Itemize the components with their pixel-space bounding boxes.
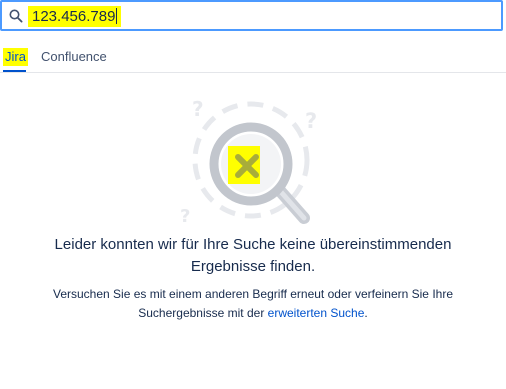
tab-jira[interactable]: Jira [3,48,28,66]
empty-state-description: Versuchen Sie es mit einem anderen Begri… [0,285,506,323]
search-icon [9,9,23,23]
search-input-value: 123.456.789 [32,8,116,25]
empty-state-desc-line2: Suchergebnisse mit der erweiterten Suche… [0,304,506,323]
empty-state-title-line1: Leider konnten wir für Ihre Suche keine … [54,236,452,253]
empty-state-desc-prefix: Suchergebnisse mit der [138,306,268,320]
tab-confluence[interactable]: Confluence [41,48,107,66]
advanced-search-link[interactable]: erweiterten Suche [268,306,365,320]
search-bar[interactable]: 123.456.789 [0,0,503,31]
empty-state-desc-suffix: . [364,306,368,320]
svg-text:?: ? [180,206,190,227]
svg-text:?: ? [305,109,317,133]
empty-state-desc-line1: Versuchen Sie es mit einem anderen Begri… [52,287,453,301]
svg-text:?: ? [192,97,204,121]
empty-state-title: Leider konnten wir für Ihre Suche keine … [0,234,506,278]
empty-state-title-line2: Ergebnisse finden. [190,258,316,275]
active-tab-indicator [3,70,26,72]
text-caret [116,8,118,24]
search-tabs: Jira Confluence [0,42,506,73]
no-results-magnifier-icon: ? ? ? [180,97,317,227]
search-input[interactable]: 123.456.789 [28,6,122,27]
